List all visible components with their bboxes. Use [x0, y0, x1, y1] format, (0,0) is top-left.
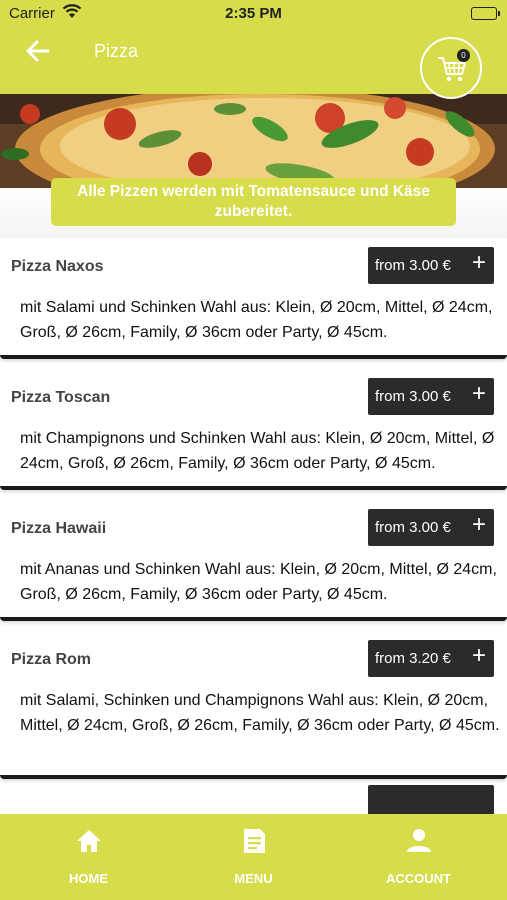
product-list: Pizza Naxos from 3.00 € + mit Salami und…	[0, 238, 507, 859]
menu-icon	[244, 829, 265, 853]
battery-icon	[471, 7, 500, 20]
cart-count-badge: 0	[457, 49, 470, 62]
back-button[interactable]	[22, 36, 56, 66]
product-name: Pizza Toscan	[11, 389, 111, 406]
product-price: from 3.00 €	[375, 388, 451, 405]
product-card: Pizza Hawaii from 3.00 € + mit Ananas un…	[0, 500, 507, 621]
plus-icon: +	[471, 249, 486, 276]
add-to-cart-button[interactable]: from 3.20 € +	[368, 640, 494, 677]
product-description: mit Ananas und Schinken Wahl aus: Klein,…	[20, 561, 497, 603]
screen: Carrier 2:35 PM Pizza 0 Alle Pizzen werd…	[0, 0, 507, 900]
pizza-banner-image	[0, 94, 507, 188]
product-card: Pizza Toscan from 3.00 € + mit Champigno…	[0, 369, 507, 490]
nav-menu[interactable]: MENU	[169, 814, 338, 900]
add-to-cart-button[interactable]: from 3.00 € +	[368, 247, 494, 284]
product-card: Pizza Naxos from 3.00 € + mit Salami und…	[0, 238, 507, 359]
plus-icon: +	[471, 380, 486, 407]
nav-home-label: HOME	[69, 871, 108, 886]
product-description: mit Salami und Schinken Wahl aus: Klein,…	[20, 299, 493, 341]
nav-home[interactable]: HOME	[4, 814, 173, 900]
nav-account[interactable]: ACCOUNT	[334, 814, 503, 900]
nav-menu-label: MENU	[234, 871, 273, 886]
back-arrow-icon	[26, 40, 50, 62]
nav-account-label: ACCOUNT	[386, 871, 451, 886]
product-price: from 3.20 €	[375, 650, 451, 667]
status-bar: Carrier 2:35 PM	[0, 0, 507, 28]
product-description: mit Champignons und Schinken Wahl aus: K…	[20, 430, 495, 472]
product-card: Pizza Rom from 3.20 € + mit Salami, Schi…	[0, 631, 507, 779]
pizza-notice: Alle Pizzen werden mit Tomatensauce und …	[51, 178, 456, 226]
add-to-cart-button[interactable]: from 3.00 € +	[368, 509, 494, 546]
account-icon	[407, 829, 431, 852]
cart-button[interactable]: 0	[420, 37, 482, 99]
product-name: Pizza Hawaii	[11, 520, 107, 537]
status-time: 2:35 PM	[225, 5, 282, 22]
product-name: Pizza Naxos	[11, 258, 104, 275]
page-title: Pizza	[94, 41, 139, 61]
add-to-cart-button[interactable]: from 3.00 € +	[368, 378, 494, 415]
home-icon	[77, 830, 101, 852]
bottom-navigation: HOME MENU ACCOUNT	[0, 814, 507, 900]
product-description: mit Salami, Schinken und Champignons Wah…	[20, 692, 500, 734]
plus-icon: +	[471, 511, 486, 538]
app-header: Pizza 0	[0, 28, 507, 99]
product-price: from 3.00 €	[375, 519, 451, 536]
plus-icon: +	[471, 642, 486, 669]
product-price: from 3.00 €	[375, 257, 451, 274]
product-name: Pizza Rom	[11, 651, 92, 668]
